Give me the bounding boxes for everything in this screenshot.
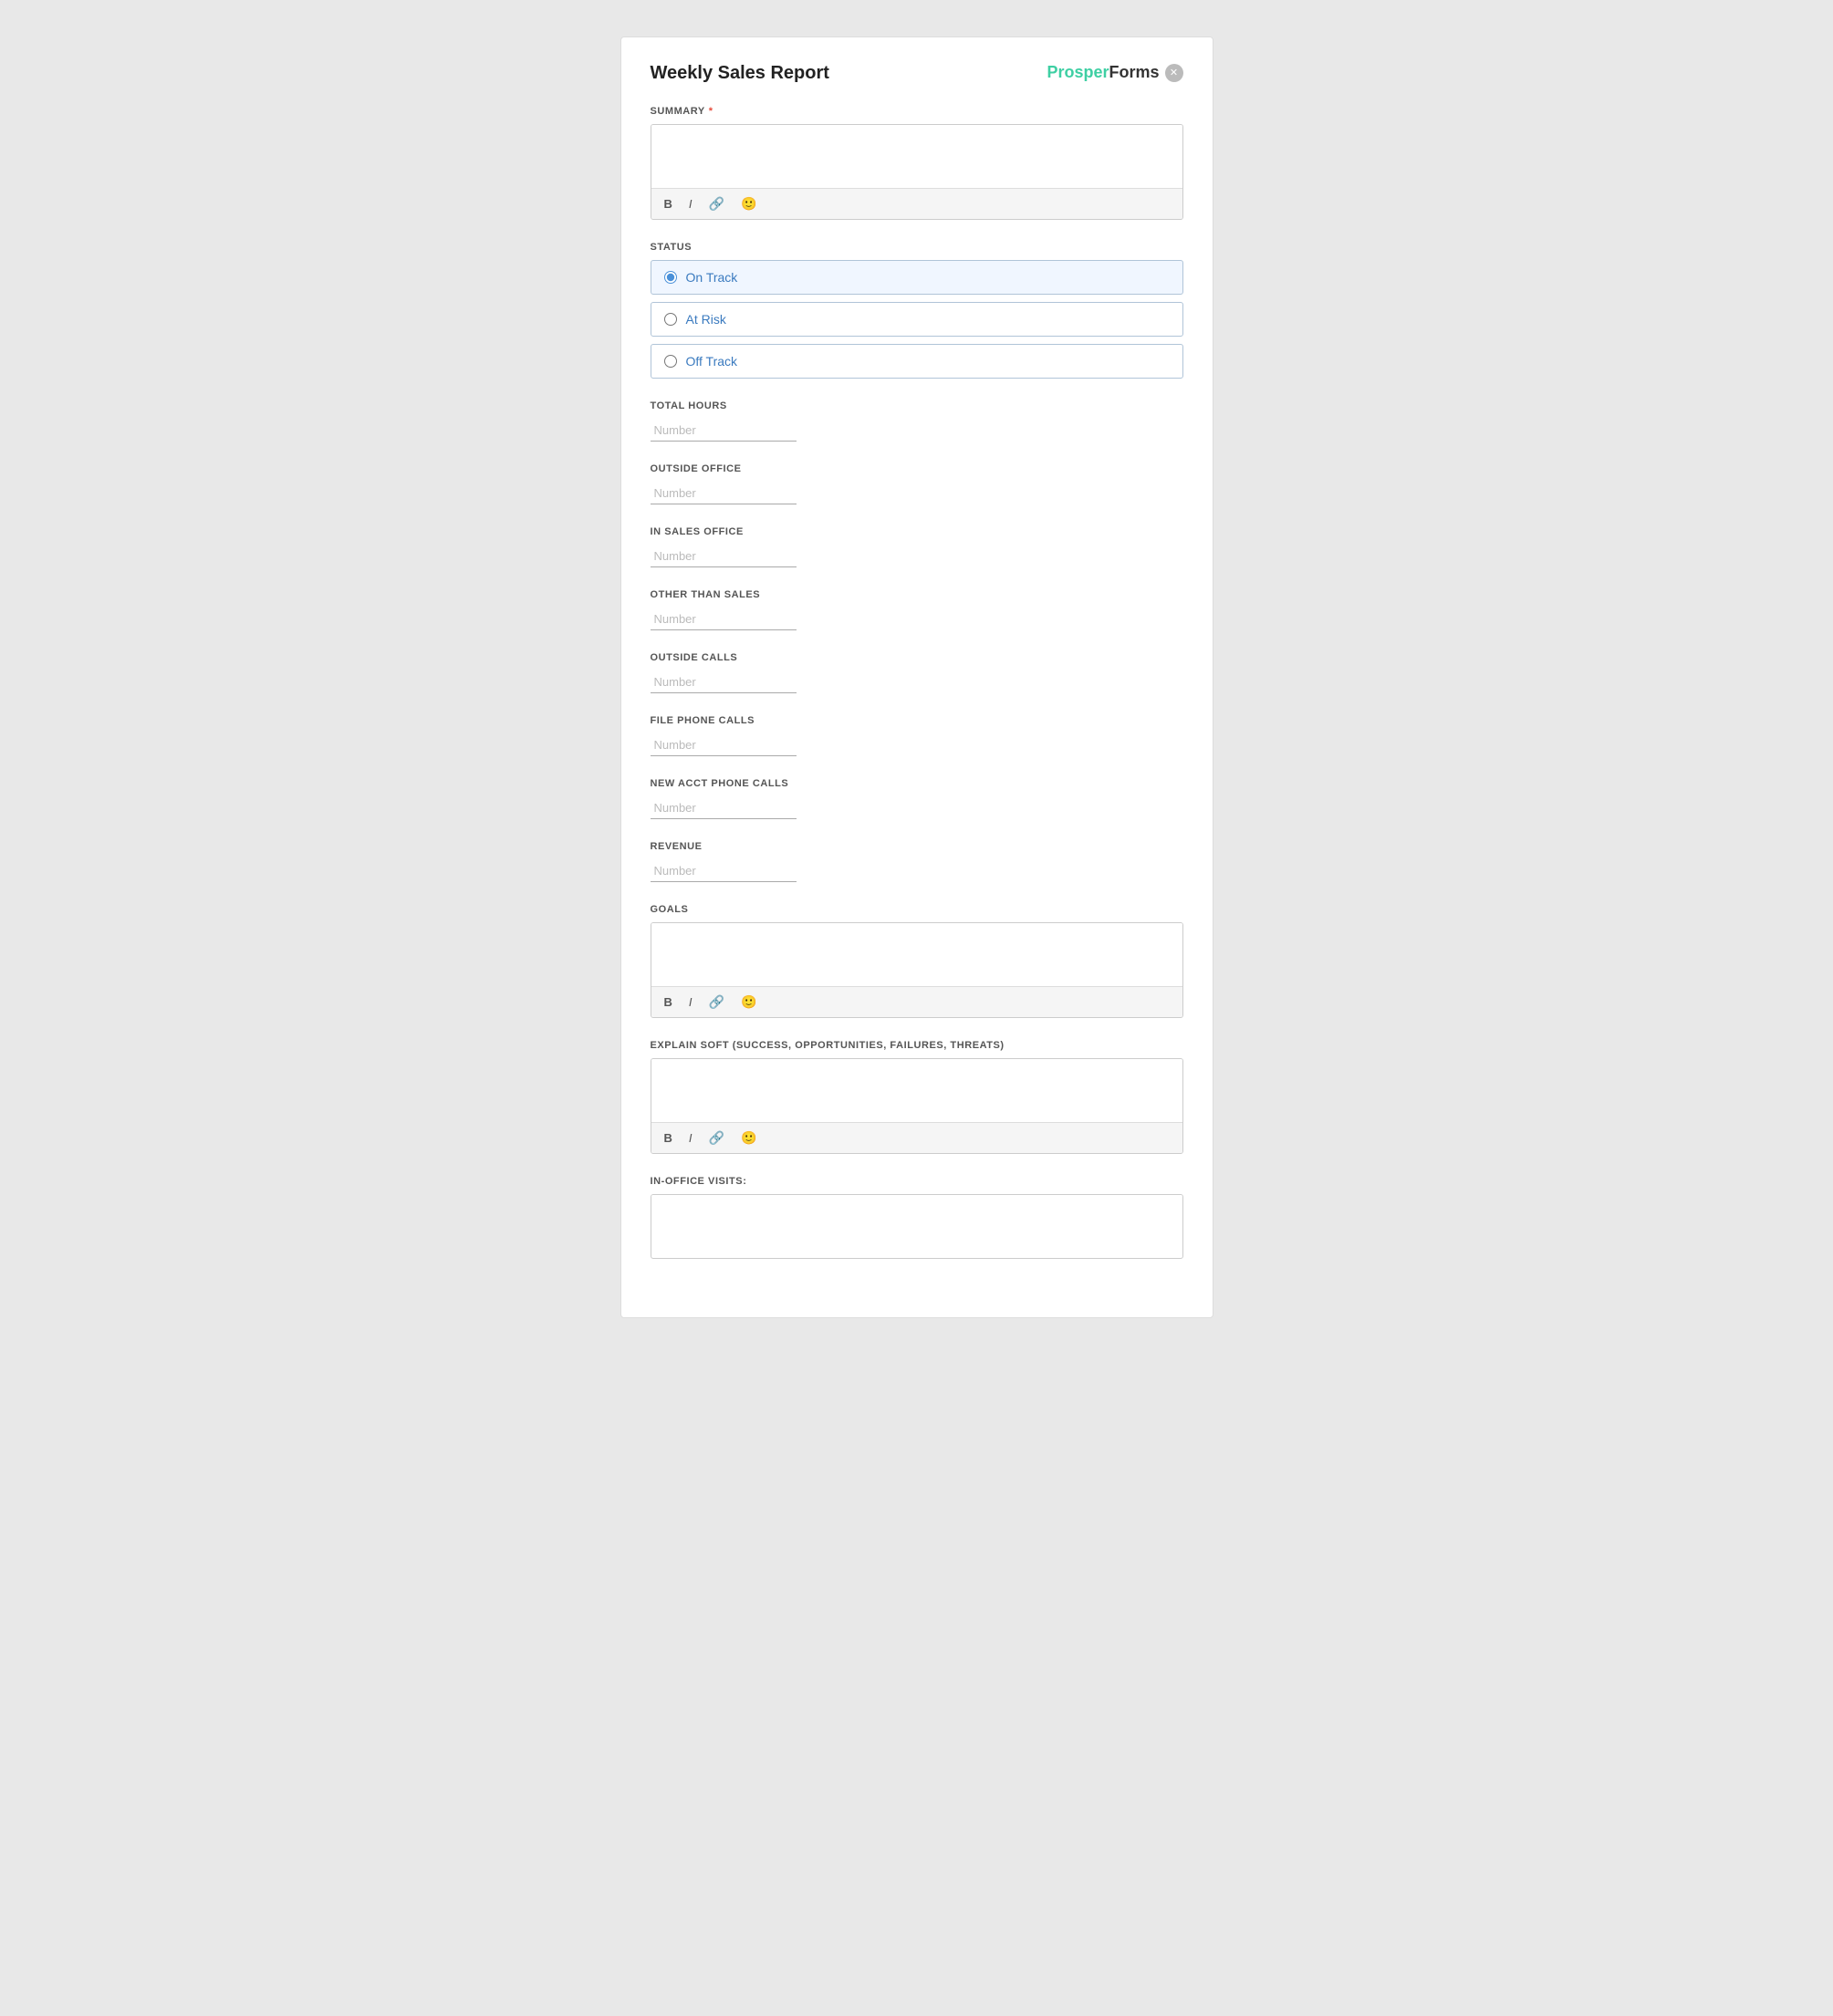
- file-phone-calls-input[interactable]: [651, 733, 797, 756]
- form-title: Weekly Sales Report: [651, 63, 829, 84]
- outside-office-section: OUTSIDE OFFICE: [651, 463, 1183, 504]
- explain-soft-rich-text-box: B I 🔗 🙂: [651, 1058, 1183, 1154]
- required-indicator: *: [709, 106, 713, 117]
- explain-soft-link-button[interactable]: 🔗: [705, 1128, 728, 1148]
- status-label-at-risk: At Risk: [686, 312, 726, 327]
- total-hours-section: TOTAL HOURS: [651, 400, 1183, 442]
- summary-bold-button[interactable]: B: [661, 195, 676, 213]
- other-than-sales-label: OTHER THAN SALES: [651, 589, 1183, 600]
- status-option-at-risk[interactable]: At Risk: [651, 302, 1183, 337]
- outside-office-input[interactable]: [651, 482, 797, 504]
- revenue-input[interactable]: [651, 859, 797, 882]
- link-icon: 🔗: [709, 196, 724, 212]
- emoji-icon: 🙂: [741, 196, 756, 212]
- link-icon: 🔗: [709, 994, 724, 1010]
- other-than-sales-input[interactable]: [651, 608, 797, 630]
- status-radio-off-track[interactable]: [664, 355, 677, 368]
- goals-emoji-button[interactable]: 🙂: [737, 992, 760, 1012]
- summary-link-button[interactable]: 🔗: [705, 194, 728, 213]
- outside-calls-section: OUTSIDE CALLS: [651, 652, 1183, 693]
- goals-label: GOALS: [651, 904, 1183, 915]
- goals-italic-button[interactable]: I: [685, 993, 696, 1011]
- goals-bold-button[interactable]: B: [661, 993, 676, 1011]
- new-acct-phone-calls-label: NEW ACCT PHONE CALLS: [651, 778, 1183, 789]
- emoji-icon: 🙂: [741, 994, 756, 1010]
- bold-icon: B: [664, 1131, 672, 1145]
- bold-icon: B: [664, 995, 672, 1009]
- explain-soft-bold-button[interactable]: B: [661, 1129, 676, 1147]
- logo-wrap: ProsperForms ✕: [1047, 63, 1182, 82]
- file-phone-calls-label: FILE PHONE CALLS: [651, 715, 1183, 726]
- new-acct-phone-calls-input[interactable]: [651, 796, 797, 819]
- status-label-on-track: On Track: [686, 270, 738, 285]
- explain-soft-label: EXPLAIN SOFT (SUCCESS, OPPORTUNITIES, FA…: [651, 1040, 1183, 1051]
- status-option-on-track[interactable]: On Track: [651, 260, 1183, 295]
- total-hours-label: TOTAL HOURS: [651, 400, 1183, 411]
- goals-toolbar: B I 🔗 🙂: [651, 986, 1182, 1017]
- status-label: STATUS: [651, 242, 1183, 253]
- in-office-visits-rich-text-box: [651, 1194, 1183, 1259]
- status-radio-at-risk[interactable]: [664, 313, 677, 326]
- explain-soft-italic-button[interactable]: I: [685, 1129, 696, 1147]
- goals-rich-text-box: B I 🔗 🙂: [651, 922, 1183, 1018]
- emoji-icon: 🙂: [741, 1130, 756, 1146]
- goals-textarea[interactable]: [651, 923, 1182, 982]
- italic-icon: I: [689, 197, 693, 211]
- outside-calls-input[interactable]: [651, 670, 797, 693]
- logo-forms: Forms: [1109, 63, 1159, 82]
- form-container: Weekly Sales Report ProsperForms ✕ SUMMA…: [620, 36, 1213, 1318]
- in-office-visits-textarea[interactable]: [651, 1195, 1182, 1253]
- revenue-label: REVENUE: [651, 841, 1183, 852]
- summary-section: SUMMARY * B I 🔗 🙂: [651, 106, 1183, 220]
- in-sales-office-input[interactable]: [651, 545, 797, 567]
- bold-icon: B: [664, 197, 672, 211]
- summary-italic-button[interactable]: I: [685, 195, 696, 213]
- italic-icon: I: [689, 1131, 693, 1145]
- file-phone-calls-section: FILE PHONE CALLS: [651, 715, 1183, 756]
- goals-link-button[interactable]: 🔗: [705, 992, 728, 1012]
- in-sales-office-label: IN SALES OFFICE: [651, 526, 1183, 537]
- outside-office-label: OUTSIDE OFFICE: [651, 463, 1183, 474]
- logo-prosper: Prosper: [1047, 63, 1109, 82]
- summary-toolbar: B I 🔗 🙂: [651, 188, 1182, 219]
- outside-calls-label: OUTSIDE CALLS: [651, 652, 1183, 663]
- explain-soft-emoji-button[interactable]: 🙂: [737, 1128, 760, 1148]
- in-office-visits-label: IN-OFFICE VISITS:: [651, 1176, 1183, 1187]
- summary-rich-text-box: B I 🔗 🙂: [651, 124, 1183, 220]
- new-acct-phone-calls-section: NEW ACCT PHONE CALLS: [651, 778, 1183, 819]
- total-hours-input[interactable]: [651, 419, 797, 442]
- summary-emoji-button[interactable]: 🙂: [737, 194, 760, 213]
- link-icon: 🔗: [709, 1130, 724, 1146]
- explain-soft-toolbar: B I 🔗 🙂: [651, 1122, 1182, 1153]
- status-option-off-track[interactable]: Off Track: [651, 344, 1183, 379]
- explain-soft-textarea[interactable]: [651, 1059, 1182, 1117]
- other-than-sales-section: OTHER THAN SALES: [651, 589, 1183, 630]
- italic-icon: I: [689, 995, 693, 1009]
- summary-textarea[interactable]: [651, 125, 1182, 183]
- status-radio-on-track[interactable]: [664, 271, 677, 284]
- logo: ProsperForms: [1047, 63, 1159, 82]
- summary-label: SUMMARY *: [651, 106, 1183, 117]
- close-button[interactable]: ✕: [1165, 64, 1183, 82]
- form-header: Weekly Sales Report ProsperForms ✕: [651, 63, 1183, 84]
- explain-soft-section: EXPLAIN SOFT (SUCCESS, OPPORTUNITIES, FA…: [651, 1040, 1183, 1154]
- status-options: On Track At Risk Off Track: [651, 260, 1183, 379]
- status-section: STATUS On Track At Risk Off Track: [651, 242, 1183, 379]
- in-office-visits-section: IN-OFFICE VISITS:: [651, 1176, 1183, 1259]
- status-label-off-track: Off Track: [686, 354, 738, 369]
- goals-section: GOALS B I 🔗 🙂: [651, 904, 1183, 1018]
- in-sales-office-section: IN SALES OFFICE: [651, 526, 1183, 567]
- revenue-section: REVENUE: [651, 841, 1183, 882]
